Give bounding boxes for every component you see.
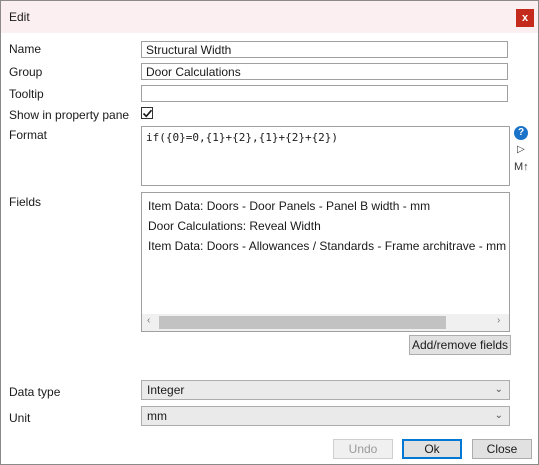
ok-button[interactable]: Ok	[402, 439, 462, 459]
format-label: Format	[9, 128, 48, 142]
chevron-down-icon: ⌄	[494, 410, 503, 421]
unit-label: Unit	[9, 411, 31, 425]
list-item[interactable]: Item Data: Doors - Allowances / Standard…	[148, 239, 509, 253]
horizontal-scrollbar[interactable]: ‹ ›	[142, 314, 509, 331]
undo-button[interactable]: Undo	[333, 439, 393, 459]
tooltip-input[interactable]	[141, 85, 508, 102]
window-title: Edit	[9, 10, 30, 24]
help-icon[interactable]: ?	[514, 126, 528, 140]
show-in-pane-label: Show in property pane	[9, 108, 130, 122]
close-window-button[interactable]: x	[516, 9, 534, 27]
format-editor[interactable]: if({0}=0,{1}+{2},{1}+{2}+{2})	[141, 126, 510, 186]
scrollbar-thumb[interactable]	[159, 316, 446, 329]
group-label: Group	[9, 65, 43, 79]
scroll-left-icon[interactable]: ‹	[147, 315, 150, 326]
fields-label: Fields	[9, 195, 42, 209]
group-input[interactable]: Door Calculations	[141, 63, 508, 80]
edit-dialog: Edit x Name Structural Width Group Door …	[0, 0, 539, 465]
play-icon[interactable]: ▷	[517, 144, 525, 155]
add-remove-fields-button[interactable]: Add/remove fields	[409, 335, 511, 355]
title-bar: Edit x	[1, 1, 538, 33]
list-item[interactable]: Door Calculations: Reveal Width	[148, 219, 321, 233]
data-type-value: Integer	[147, 383, 185, 397]
close-icon: x	[521, 12, 529, 24]
tooltip-label: Tooltip	[9, 87, 44, 101]
fields-list[interactable]: Item Data: Doors - Door Panels - Panel B…	[141, 192, 510, 332]
scroll-right-icon[interactable]: ›	[497, 315, 500, 326]
unit-select[interactable]: mm ⌄	[141, 406, 510, 426]
chevron-down-icon: ⌄	[494, 384, 503, 395]
list-item[interactable]: Item Data: Doors - Door Panels - Panel B…	[148, 199, 430, 213]
close-button[interactable]: Close	[472, 439, 532, 459]
name-input[interactable]: Structural Width	[141, 41, 508, 58]
show-in-pane-checkbox[interactable]	[141, 107, 153, 119]
markdown-icon[interactable]: M↑	[514, 161, 529, 173]
data-type-label: Data type	[9, 385, 61, 399]
unit-value: mm	[147, 409, 167, 423]
checkmark-icon	[142, 109, 153, 118]
data-type-select[interactable]: Integer ⌄	[141, 380, 510, 400]
name-label: Name	[9, 42, 42, 56]
